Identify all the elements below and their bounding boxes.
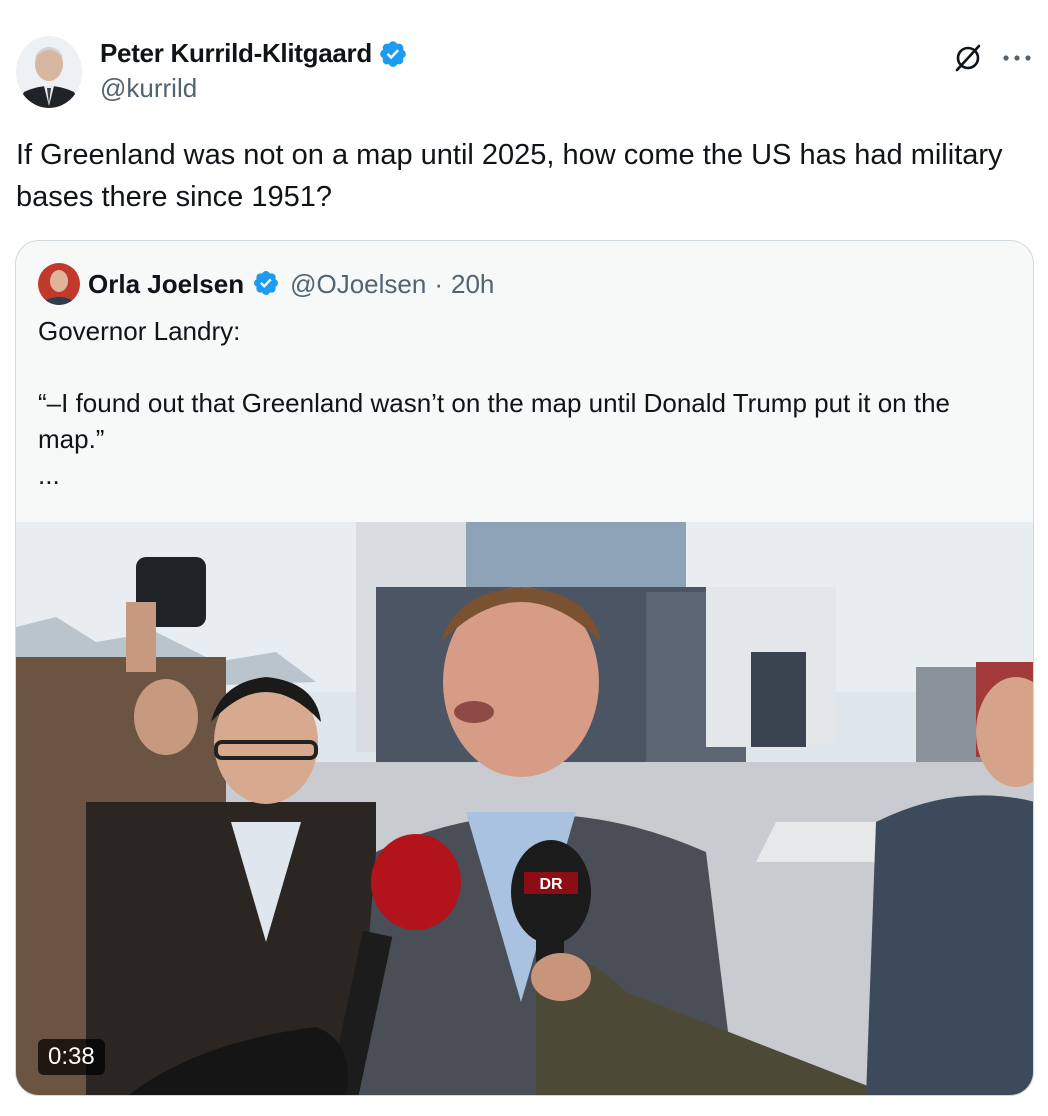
tweet-actions [952, 42, 1032, 74]
author-avatar[interactable] [16, 36, 82, 108]
quoted-avatar[interactable] [38, 263, 80, 305]
quoted-text: Governor Landry: “–I found out that Gree… [38, 316, 951, 490]
quoted-header: Orla Joelsen @OJoelsen · 20h [38, 263, 494, 305]
video-frame: DR [16, 522, 1033, 1095]
tweet-text: If Greenland was not on a map until 2025… [16, 139, 1003, 213]
quoted-handle[interactable]: @OJoelsen [290, 269, 426, 300]
author-handle[interactable]: @kurrild [100, 73, 408, 104]
video-player[interactable]: DR 0:38 [16, 522, 1033, 1095]
quoted-display-name[interactable]: Orla Joelsen [88, 269, 244, 300]
quoted-tweet[interactable]: Orla Joelsen @OJoelsen · 20h Governor La… [15, 240, 1034, 1096]
verified-badge-icon [252, 269, 282, 299]
author-display-name[interactable]: Peter Kurrild-Klitgaard [100, 38, 372, 69]
verified-badge-icon [378, 39, 408, 69]
quoted-separator: · [434, 268, 443, 299]
author-info: Peter Kurrild-Klitgaard @kurrild [100, 38, 408, 104]
dr-mic-label: DR [539, 876, 563, 893]
more-icon[interactable] [1002, 53, 1032, 63]
grok-icon[interactable] [952, 42, 984, 74]
tweet-header: Peter Kurrild-Klitgaard @kurrild [16, 36, 1032, 112]
quoted-time[interactable]: 20h [451, 269, 494, 300]
video-duration: 0:38 [38, 1039, 105, 1075]
